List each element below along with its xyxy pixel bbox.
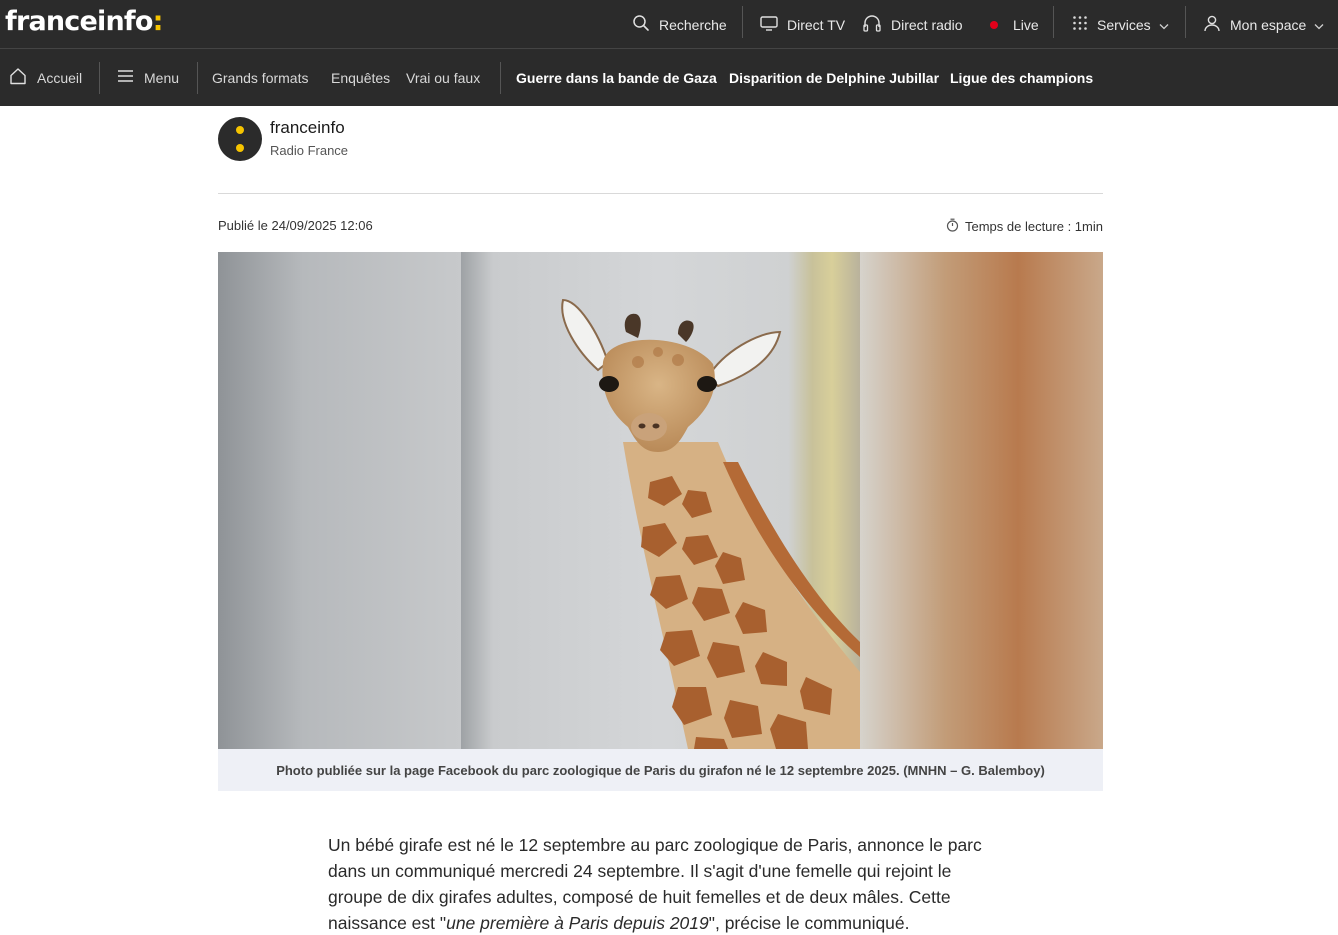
logo-text: franceinfo <box>5 6 153 37</box>
reading-time-label: Temps de lecture : 1min <box>964 219 1103 234</box>
avatar-dot <box>236 144 244 152</box>
live-label: Live <box>1013 16 1039 33</box>
search-icon <box>632 14 650 35</box>
menu-icon <box>117 69 134 86</box>
franceinfo-logo[interactable]: franceinfo: <box>5 4 163 42</box>
search-button[interactable]: Recherche <box>632 0 727 49</box>
logo-colon: : <box>152 6 164 37</box>
giraffe-photo <box>218 252 1103 749</box>
avatar-dot <box>236 126 244 134</box>
photo-caption: Photo publiée sur la page Facebook du pa… <box>218 749 1103 791</box>
topic-ligue-champions[interactable]: Ligue des champions <box>950 49 1093 106</box>
divider <box>742 6 743 38</box>
topic-jubillar[interactable]: Disparition de Delphine Jubillar <box>729 49 939 106</box>
divider <box>500 62 501 94</box>
paragraph-text-end: ", précise le communiqué. <box>708 913 910 933</box>
services-label: Services <box>1097 16 1151 33</box>
tv-icon <box>760 15 778 34</box>
source-avatar[interactable] <box>218 117 262 161</box>
reading-time: Temps de lecture : 1min <box>946 218 1103 235</box>
chevron-down-icon <box>1314 17 1324 33</box>
article-paragraph: Un bébé girafe est né le 12 septembre au… <box>328 832 1008 935</box>
menu-label: Menu <box>144 69 180 86</box>
nav-vrai-ou-faux[interactable]: Vrai ou faux <box>406 49 480 106</box>
home-icon <box>9 67 27 88</box>
source-org: Radio France <box>270 143 349 158</box>
chevron-down-icon <box>1159 17 1169 33</box>
headphones-icon <box>862 14 882 35</box>
live-link[interactable]: Live <box>990 0 1039 49</box>
divider <box>197 62 198 94</box>
account-label: Mon espace <box>1230 16 1307 33</box>
section-navbar: Accueil Menu Grands formats Enquêtes Vra… <box>0 49 1338 106</box>
divider <box>218 193 1103 194</box>
live-dot-icon <box>990 20 998 29</box>
direct-tv-label: Direct TV <box>787 16 846 33</box>
divider <box>1053 6 1054 38</box>
divider <box>99 62 100 94</box>
nav-enquetes[interactable]: Enquêtes <box>331 49 390 106</box>
topic-gaza[interactable]: Guerre dans la bande de Gaza <box>516 49 717 106</box>
divider <box>1185 6 1186 38</box>
direct-radio-label: Direct radio <box>891 16 963 33</box>
direct-tv-link[interactable]: Direct TV <box>760 0 845 49</box>
home-link[interactable]: Accueil <box>9 49 82 106</box>
menu-button[interactable]: Menu <box>117 49 179 106</box>
publish-date: Publié le 24/09/2025 12:06 <box>218 218 373 233</box>
article-photo[interactable] <box>218 252 1103 749</box>
account-dropdown[interactable]: Mon espace <box>1203 0 1324 49</box>
home-label: Accueil <box>37 69 83 86</box>
services-dropdown[interactable]: Services <box>1072 0 1169 49</box>
direct-radio-link[interactable]: Direct radio <box>862 0 963 49</box>
timer-icon <box>946 218 959 235</box>
paragraph-quote: une première à Paris depuis 2019 <box>446 913 709 933</box>
search-label: Recherche <box>659 16 727 33</box>
user-icon <box>1203 14 1221 35</box>
source-name[interactable]: franceinfo <box>270 118 345 138</box>
nav-grands-formats[interactable]: Grands formats <box>212 49 308 106</box>
top-header: franceinfo: Recherche Direct TV Direct r… <box>0 0 1338 49</box>
grid-icon <box>1072 15 1088 34</box>
